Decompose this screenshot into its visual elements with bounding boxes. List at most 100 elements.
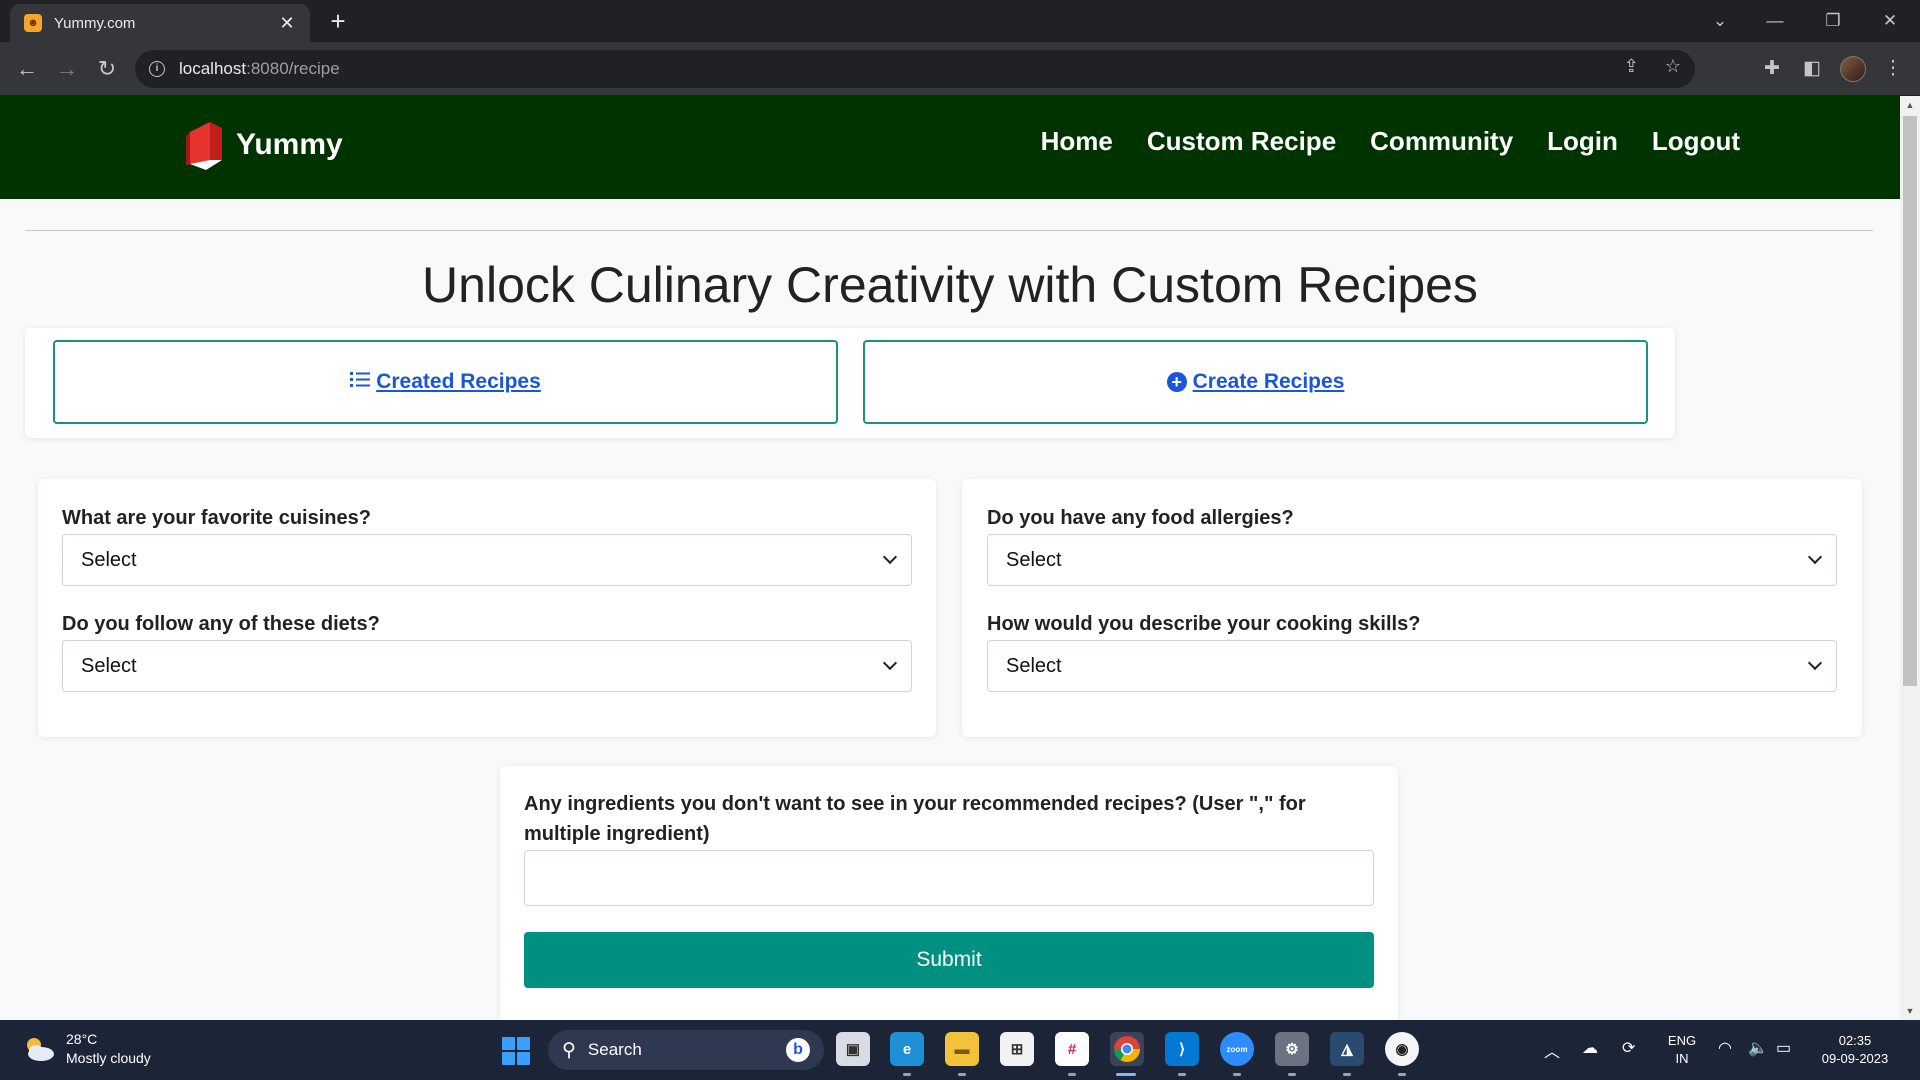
settings-gear-icon[interactable]: ⚙	[1275, 1032, 1309, 1066]
side-panel-icon[interactable]: ◧	[1797, 54, 1827, 84]
browser-toolbar: ← → ↻ i localhost:8080/recipe ⇪ ☆ ✚ ◧ ⋮	[0, 42, 1920, 96]
volume-icon[interactable]: 🔈	[1748, 1038, 1768, 1058]
windows-taskbar: 28°C Mostly cloudy ⚲ Search b ▣ e ▬ ⊞ # …	[0, 1020, 1920, 1080]
running-indicator	[1288, 1073, 1296, 1076]
tab-favicon-icon: ☻	[24, 14, 42, 32]
mysql-workbench-icon[interactable]: ◮	[1330, 1032, 1364, 1066]
allergies-select[interactable]: Select	[987, 534, 1837, 586]
search-icon: ⚲	[562, 1039, 576, 1061]
running-indicator	[1233, 1073, 1241, 1076]
cloudy-weather-icon	[22, 1035, 56, 1063]
create-recipes-label: Create Recipes	[1192, 370, 1345, 393]
weather-desc: Mostly cloudy	[66, 1050, 151, 1066]
nav-login[interactable]: Login	[1547, 126, 1618, 157]
back-icon[interactable]: ←	[12, 54, 42, 84]
running-indicator	[1343, 1073, 1351, 1076]
cuisines-label: What are your favorite cuisines?	[62, 507, 371, 529]
list-icon	[350, 370, 371, 394]
edge-icon[interactable]: e	[890, 1032, 924, 1066]
site-info-icon[interactable]: i	[149, 61, 165, 77]
wifi-icon[interactable]: ◠	[1718, 1038, 1732, 1058]
address-bar[interactable]: i localhost:8080/recipe ⇪ ☆	[135, 50, 1695, 88]
allergies-label: Do you have any food allergies?	[987, 507, 1294, 529]
language-region[interactable]: IN	[1664, 1050, 1700, 1068]
restore-icon[interactable]: ❐	[1813, 4, 1853, 38]
microsoft-store-icon[interactable]: ⊞	[1000, 1032, 1034, 1066]
clock-time[interactable]: 02:35	[1812, 1032, 1898, 1050]
weather-widget[interactable]: 28°C Mostly cloudy	[22, 1030, 151, 1068]
allergies-select-value: Select	[1006, 548, 1062, 571]
reload-icon[interactable]: ↻	[92, 54, 122, 84]
file-explorer-icon[interactable]: ▬	[945, 1032, 979, 1066]
cooking-skills-label: How would you describe your cooking skil…	[987, 613, 1421, 635]
vscode-icon[interactable]: ⟩	[1165, 1032, 1199, 1066]
nav-custom-recipe[interactable]: Custom Recipe	[1147, 126, 1336, 157]
show-hidden-icons-chevron-icon[interactable]: ︿	[1544, 1038, 1560, 1062]
created-recipes-label: Created Recipes	[376, 370, 541, 393]
new-tab-icon[interactable]: +	[322, 6, 354, 38]
page-viewport: Yummy Home Custom Recipe Community Login…	[0, 96, 1920, 1020]
plus-circle-icon: +	[1166, 372, 1187, 392]
sync-icon[interactable]: ⟳	[1622, 1038, 1635, 1058]
cuisines-select[interactable]: Select	[62, 534, 912, 586]
submit-button[interactable]: Submit	[524, 932, 1374, 988]
site-logo[interactable]: Yummy	[186, 120, 343, 170]
github-desktop-icon[interactable]: ◉	[1385, 1032, 1419, 1066]
bing-icon[interactable]: b	[786, 1038, 810, 1062]
url-host: localhost	[179, 59, 247, 78]
running-indicator	[1398, 1073, 1406, 1076]
cuisines-select-value: Select	[81, 548, 137, 571]
tab-close-icon[interactable]: ✕	[276, 13, 298, 34]
cooking-skills-select[interactable]: Select	[987, 640, 1837, 692]
windows-start-icon[interactable]	[502, 1037, 530, 1065]
book-logo-icon	[186, 120, 228, 170]
browser-tab[interactable]: ☻ Yummy.com ✕	[10, 4, 310, 42]
close-window-icon[interactable]: ✕	[1870, 4, 1910, 38]
page-scrollbar[interactable]: ▲ ▼	[1900, 96, 1920, 1020]
onedrive-cloud-icon[interactable]: ☁	[1582, 1038, 1598, 1058]
diets-label: Do you follow any of these diets?	[62, 613, 380, 635]
scroll-up-icon[interactable]: ▲	[1904, 100, 1916, 110]
nav-logout[interactable]: Logout	[1652, 126, 1740, 157]
chevron-down-icon	[1807, 655, 1823, 671]
diets-select[interactable]: Select	[62, 640, 912, 692]
running-indicator	[958, 1073, 966, 1076]
running-indicator	[1178, 1073, 1186, 1076]
clock-date[interactable]: 09-09-2023	[1812, 1050, 1898, 1068]
language-code[interactable]: ENG	[1664, 1032, 1700, 1050]
site-nav: Home Custom Recipe Community Login Logou…	[1041, 126, 1740, 157]
bookmark-star-icon[interactable]: ☆	[1665, 56, 1681, 77]
tab-search-chevron-icon[interactable]: ⌄	[1700, 4, 1740, 38]
tab-title: Yummy.com	[54, 14, 136, 32]
diets-select-value: Select	[81, 654, 137, 677]
chrome-icon[interactable]	[1110, 1032, 1144, 1066]
scrollbar-thumb[interactable]	[1903, 116, 1917, 686]
ingredients-label-line2: multiple ingredient)	[524, 823, 710, 845]
page-title: Unlock Culinary Creativity with Custom R…	[422, 257, 1478, 313]
cooking-skills-select-value: Select	[1006, 654, 1062, 677]
scroll-down-icon[interactable]: ▼	[1904, 1006, 1916, 1016]
zoom-icon[interactable]: zoom	[1220, 1032, 1254, 1066]
weather-temp: 28°C	[66, 1031, 98, 1047]
active-indicator	[1116, 1073, 1136, 1076]
divider	[25, 230, 1873, 231]
slack-icon[interactable]: #	[1055, 1032, 1089, 1066]
create-recipes-link[interactable]: + Create Recipes	[863, 340, 1648, 424]
task-view-icon[interactable]: ▣	[836, 1032, 870, 1066]
chevron-down-icon	[882, 655, 898, 671]
excluded-ingredients-input[interactable]	[524, 850, 1374, 906]
chevron-down-icon	[1807, 549, 1823, 565]
forward-icon[interactable]: →	[52, 54, 82, 84]
minimize-icon[interactable]: —	[1755, 4, 1795, 38]
taskbar-search-label: Search	[587, 1040, 642, 1059]
nav-community[interactable]: Community	[1370, 126, 1513, 157]
browser-menu-icon[interactable]: ⋮	[1878, 54, 1908, 84]
taskbar-search[interactable]: ⚲ Search b	[548, 1030, 824, 1070]
battery-icon[interactable]: ▭	[1776, 1038, 1791, 1058]
share-icon[interactable]: ⇪	[1624, 56, 1639, 77]
created-recipes-link[interactable]: Created Recipes	[53, 340, 838, 424]
extensions-icon[interactable]: ✚	[1757, 54, 1787, 84]
url-path: :8080/recipe	[246, 59, 340, 78]
profile-avatar[interactable]	[1840, 56, 1866, 82]
nav-home[interactable]: Home	[1041, 126, 1113, 157]
